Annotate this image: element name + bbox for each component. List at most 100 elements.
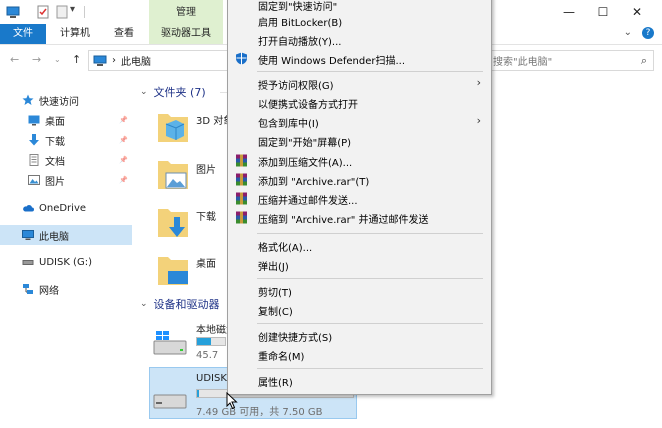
computer-icon xyxy=(6,6,20,18)
sidebar-item-onedrive[interactable]: OneDrive xyxy=(0,198,140,218)
chevron-down-icon[interactable]: ⌄ xyxy=(140,87,148,97)
winrar-icon xyxy=(236,211,247,224)
menu-item-label: 添加到压缩文件(A)... xyxy=(258,158,353,169)
devices-section-header[interactable]: ⌄ 设备和驱动器 xyxy=(140,296,220,312)
sidebar-item-label: 文档 xyxy=(45,156,65,168)
3d-objects-folder-icon xyxy=(158,114,188,142)
sidebar-item-desktop[interactable]: 桌面 📌 xyxy=(0,110,140,130)
ribbon-controls: ⌄ ? xyxy=(624,27,654,39)
expand-ribbon-icon[interactable]: ⌄ xyxy=(624,27,632,39)
minimize-button[interactable]: — xyxy=(552,0,586,24)
folder-name: 图片 xyxy=(196,165,216,176)
mouse-cursor-icon xyxy=(226,392,238,410)
menu-item-label: 属性(R) xyxy=(258,378,293,389)
search-box[interactable]: 搜索"此电脑" ⌕ xyxy=(490,50,654,71)
search-icon[interactable]: ⌕ xyxy=(641,54,647,68)
forward-arrow-icon[interactable]: → xyxy=(32,53,41,66)
menu-item-create-shortcut[interactable]: 创建快捷方式(S) xyxy=(229,326,491,345)
sidebar-item-label: 桌面 xyxy=(45,116,65,128)
pin-icon[interactable]: 📌 xyxy=(119,136,128,144)
menu-item-add-archive[interactable]: 添加到压缩文件(A)... xyxy=(229,151,491,170)
menu-separator xyxy=(257,323,483,324)
customize-quick-access-icon[interactable]: ▾ xyxy=(70,4,84,18)
help-icon[interactable]: ? xyxy=(642,27,654,39)
tab-file[interactable]: 文件 xyxy=(0,24,46,44)
menu-item-copy[interactable]: 复制(C) xyxy=(229,300,491,319)
winrar-icon xyxy=(236,192,247,205)
chevron-down-icon[interactable]: ⌄ xyxy=(140,299,148,309)
sidebar-item-this-pc[interactable]: 此电脑 xyxy=(0,225,132,245)
pin-icon[interactable]: 📌 xyxy=(119,176,128,184)
menu-item-label: 授予访问权限(G) xyxy=(258,81,334,92)
tab-computer[interactable]: 计算机 xyxy=(52,24,98,44)
menu-item-pin-start[interactable]: 固定到"开始"屏幕(P) xyxy=(229,131,491,150)
maximize-button[interactable]: ☐ xyxy=(586,0,620,24)
new-folder-icon[interactable] xyxy=(55,5,69,19)
cloud-icon xyxy=(23,205,34,212)
sidebar-item-downloads[interactable]: 下载 📌 xyxy=(0,130,140,150)
properties-icon[interactable] xyxy=(36,5,50,19)
pin-icon[interactable]: 📌 xyxy=(119,156,128,164)
sidebar-item-network[interactable]: 网络 xyxy=(0,279,140,299)
menu-item-add-archive-rar[interactable]: 添加到 "Archive.rar"(T) xyxy=(229,170,491,189)
folder-name: 下载 xyxy=(196,212,216,223)
menu-item-cut[interactable]: 剪切(T) xyxy=(229,281,491,300)
pictures-folder-icon xyxy=(158,161,188,189)
menu-item-label: 启用 BitLocker(B) xyxy=(258,18,343,29)
winrar-icon xyxy=(236,154,247,167)
menu-item-defender-scan[interactable]: 使用 Windows Defender扫描... xyxy=(229,49,491,68)
menu-item-label: 格式化(A)... xyxy=(258,243,313,254)
sidebar-item-quick-access[interactable]: 快速访问 xyxy=(0,90,140,110)
tab-drive-tools[interactable]: 驱动器工具 xyxy=(149,24,223,44)
menu-item-compress-email[interactable]: 压缩并通过邮件发送... xyxy=(229,189,491,208)
pictures-icon xyxy=(28,175,40,185)
menu-item-compress-rar-email[interactable]: 压缩到 "Archive.rar" 并通过邮件发送 xyxy=(229,208,491,227)
menu-separator xyxy=(257,71,483,72)
sidebar-item-pictures[interactable]: 图片 📌 xyxy=(0,170,140,190)
pin-icon[interactable]: 📌 xyxy=(119,116,128,124)
folder-name: 桌面 xyxy=(196,259,216,270)
search-placeholder: 搜索"此电脑" xyxy=(493,57,553,68)
star-icon xyxy=(22,94,34,105)
breadcrumb-location[interactable]: 此电脑 xyxy=(121,53,151,68)
tab-manage[interactable]: 管理 xyxy=(149,0,223,24)
usb-drive-icon xyxy=(153,394,187,409)
menu-item-open-portable[interactable]: 以便携式设备方式打开 xyxy=(229,93,491,112)
back-arrow-icon[interactable]: ← xyxy=(10,53,19,66)
menu-item-format[interactable]: 格式化(A)... xyxy=(229,236,491,255)
menu-item-label: 包含到库中(I) xyxy=(258,119,319,130)
section-title: 文件夹 (7) xyxy=(153,86,206,99)
defender-shield-icon xyxy=(236,52,247,65)
separator xyxy=(84,6,85,18)
menu-item-label: 以便携式设备方式打开 xyxy=(258,100,358,111)
menu-item-include-library[interactable]: 包含到库中(I) › xyxy=(229,112,491,131)
context-menu: 固定到"快速访问" 启用 BitLocker(B) 打开自动播放(Y)... 使… xyxy=(227,0,492,395)
menu-item-rename[interactable]: 重命名(M) xyxy=(229,345,491,364)
drive-usage-fill xyxy=(197,390,199,397)
menu-item-label: 压缩并通过邮件发送... xyxy=(258,196,358,207)
sidebar-item-label: OneDrive xyxy=(39,202,87,214)
sidebar-item-label: 图片 xyxy=(45,176,65,188)
menu-item-bitlocker[interactable]: 启用 BitLocker(B) xyxy=(229,11,491,30)
recent-locations-icon[interactable]: ⌄ xyxy=(54,55,61,64)
address-bar[interactable]: › 此电脑 xyxy=(88,50,228,71)
downloads-folder-icon xyxy=(158,209,188,237)
menu-item-label: 弹出(J) xyxy=(258,262,289,273)
menu-item-label: 创建快捷方式(S) xyxy=(258,333,333,344)
sidebar-item-label: 快速访问 xyxy=(39,96,79,108)
sidebar-item-udisk[interactable]: UDISK (G:) xyxy=(0,252,140,272)
menu-item-label: 打开自动播放(Y)... xyxy=(258,37,342,48)
desktop-folder-icon xyxy=(158,257,188,285)
close-button[interactable]: ✕ xyxy=(620,0,654,24)
submenu-arrow-icon: › xyxy=(476,76,481,89)
tab-view[interactable]: 查看 xyxy=(104,24,144,44)
up-arrow-icon[interactable]: ↑ xyxy=(72,53,81,66)
menu-item-give-access[interactable]: 授予访问权限(G) › xyxy=(229,74,491,93)
sidebar-item-label: 此电脑 xyxy=(39,231,69,243)
menu-item-properties[interactable]: 属性(R) xyxy=(229,371,491,390)
sidebar-item-documents[interactable]: 文档 📌 xyxy=(0,150,140,170)
folders-section-header[interactable]: ⌄ 文件夹 (7) xyxy=(140,84,206,100)
sidebar-item-label: 下载 xyxy=(45,136,65,148)
menu-item-autoplay[interactable]: 打开自动播放(Y)... xyxy=(229,30,491,49)
menu-item-eject[interactable]: 弹出(J) xyxy=(229,255,491,274)
